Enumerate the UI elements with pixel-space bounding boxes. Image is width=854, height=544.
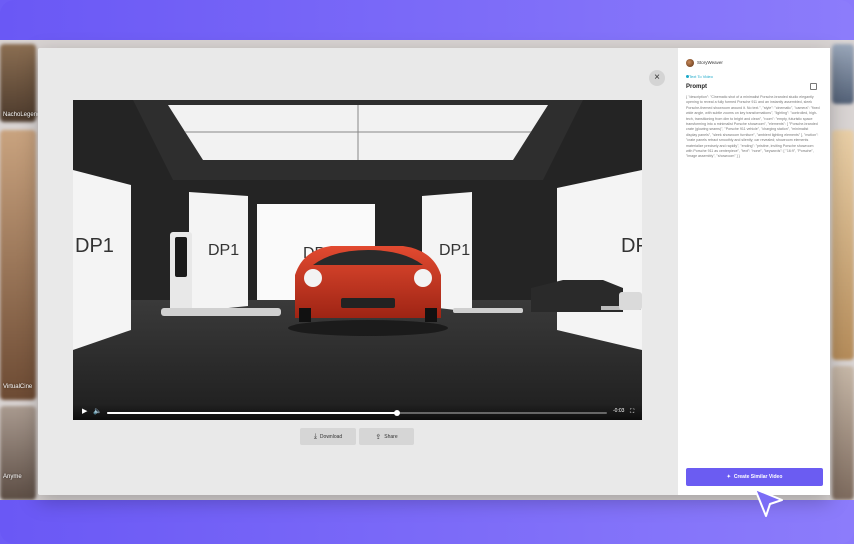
close-button[interactable]: × (649, 70, 665, 86)
gallery-tile (0, 406, 36, 500)
progress-handle[interactable] (394, 410, 400, 416)
create-similar-video-button[interactable]: ✦ Create Similar Video (686, 468, 823, 486)
type-tag: Text To Video (689, 74, 713, 79)
download-icon: ⤓ (313, 432, 317, 440)
download-label: Download (319, 433, 343, 440)
panel-brand-text: DP1 (75, 235, 114, 257)
prompt-panel: StoryWeaver Text To Video Prompt { "desc… (678, 48, 830, 495)
gallery-tile (832, 130, 854, 360)
gallery-tile (0, 44, 36, 122)
fullscreen-icon[interactable]: ⛶ (630, 408, 634, 416)
prompt-text: { "description": "Cinematic shot of a mi… (686, 95, 820, 159)
username[interactable]: StoryWeaver (697, 60, 723, 65)
pointer-cursor-icon (754, 488, 783, 517)
gallery-tile (832, 44, 854, 104)
gallery-tile (832, 366, 854, 500)
gallery-tile (0, 130, 36, 400)
video-player[interactable]: DP1 DP1 DP1 DP1 DP1 ▶ 🔈 (73, 100, 642, 420)
gallery-label: Anyme (3, 474, 22, 480)
copy-icon[interactable] (810, 83, 817, 90)
share-button[interactable]: ⇪ Share (359, 428, 414, 445)
progress-fill (107, 412, 397, 414)
video-frame: DP1 DP1 DP1 DP1 DP1 (73, 100, 642, 420)
volume-icon[interactable]: 🔈 (93, 408, 102, 416)
share-icon: ⇪ (375, 433, 382, 441)
panel-brand-text: DP1 (621, 235, 642, 257)
gallery-label: NachoLegend (3, 112, 41, 118)
create-similar-video-label: Create Similar Video (733, 474, 783, 480)
download-button[interactable]: ⤓ Download (300, 428, 356, 445)
avatar[interactable] (686, 59, 694, 67)
progress-bar[interactable] (107, 410, 607, 416)
gallery-label: VirtualCine (3, 384, 33, 390)
top-banner (0, 0, 854, 40)
video-detail-modal: × DP1 DP1 DP1 D ▶ 🔈 -0:03 ⛶ ⤓ Download ⇪… (38, 48, 830, 495)
play-icon[interactable]: ▶ (82, 408, 87, 416)
time-remaining: -0:03 (613, 408, 625, 414)
sparkle-icon: ✦ (726, 474, 731, 480)
bottom-banner (0, 500, 854, 544)
prompt-title: Prompt (686, 84, 707, 90)
panel-brand-text: DP1 (208, 242, 239, 259)
share-label: Share (384, 433, 398, 440)
video-controls: ▶ 🔈 -0:03 ⛶ (73, 404, 642, 420)
panel-brand-text: DP1 (439, 242, 470, 259)
